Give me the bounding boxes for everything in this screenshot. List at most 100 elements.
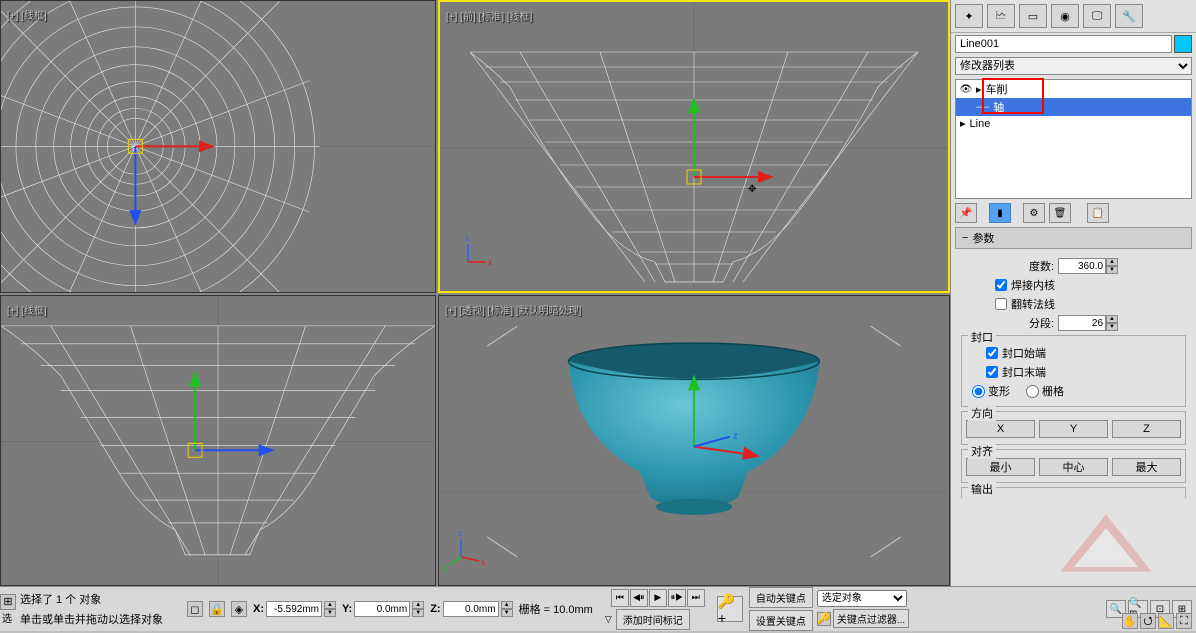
top-wireframe-icon (1, 1, 435, 293)
command-panel: ✦ 🗠 ▭ ◉ 🖵 🔧 修改器列表 👁 ▸ 车削 ┈┈轴 (950, 0, 1196, 586)
morph-radio[interactable] (972, 385, 985, 398)
key-filter-icon[interactable]: 🔑 (817, 612, 831, 626)
selection-lock-icon[interactable]: ◻ (187, 601, 203, 617)
prev-frame-icon[interactable]: ◀⏸ (630, 589, 648, 607)
display-tab-icon[interactable]: 🖵 (1083, 4, 1111, 28)
pin-stack-icon[interactable]: 📌 (955, 203, 977, 223)
timeline-config-icon[interactable]: ⊞ (0, 594, 16, 610)
svg-text:y: y (443, 564, 447, 573)
x-label: X: (253, 603, 264, 615)
viewport-left[interactable]: [+] [线框] (0, 295, 436, 586)
lock-icon[interactable]: 🔒 (209, 601, 225, 617)
x-coord-input[interactable] (266, 601, 322, 617)
motion-tab-icon[interactable]: ◉ (1051, 4, 1079, 28)
auto-key-button[interactable]: 自动关键点 (749, 587, 813, 608)
align-group-title: 对齐 (968, 443, 996, 459)
maximize-viewport-icon[interactable]: ⛶ (1176, 613, 1192, 629)
add-time-tag-button[interactable]: 添加时间标记 (616, 609, 690, 630)
direction-z-button[interactable]: Z (1112, 420, 1181, 438)
viewport-top[interactable]: [+] [线框] (0, 0, 436, 293)
svg-text:z: z (458, 529, 462, 538)
cap-end-label: 封口末端 (1002, 364, 1046, 380)
play-icon[interactable]: ▶ (649, 589, 667, 607)
align-min-button[interactable]: 最小 (966, 458, 1035, 476)
z-label: Z: (430, 603, 440, 615)
selection-status: 选择了 1 个 对象 (20, 591, 101, 607)
z-coord-input[interactable] (443, 601, 499, 617)
cap-start-checkbox[interactable] (986, 347, 998, 359)
orbit-icon[interactable]: ⭯ (1140, 613, 1156, 629)
left-prefix: 选 (0, 610, 16, 625)
viewport-left-label: [+] [线框] (7, 302, 47, 317)
viewport-front[interactable]: [+] [前] [标准] [线框] (438, 0, 950, 293)
segments-input[interactable] (1058, 315, 1106, 331)
viewport-grid: [+] [线框] (0, 0, 950, 586)
set-key-icon[interactable]: 🔑+ (717, 596, 743, 622)
segments-up-icon[interactable]: ▲ (1106, 315, 1118, 323)
next-frame-icon[interactable]: ⏸▶ (668, 589, 686, 607)
stack-item-lathe[interactable]: 👁 ▸ 车削 (956, 80, 1191, 98)
object-color-swatch[interactable] (1174, 35, 1192, 53)
set-key-button[interactable]: 设置关键点 (749, 610, 813, 631)
morph-label: 变形 (988, 383, 1010, 399)
align-max-button[interactable]: 最大 (1112, 458, 1181, 476)
pan-icon[interactable]: ✋ (1122, 613, 1138, 629)
viewport-top-label: [+] [线框] (7, 7, 47, 22)
segments-label: 分段: (1029, 315, 1054, 331)
viewport-front-label: [+] [前] [标准] [线框] (446, 8, 532, 23)
transform-type-icon[interactable]: ◈ (231, 601, 247, 617)
utilities-tab-icon[interactable]: 🔧 (1115, 4, 1143, 28)
visibility-icon[interactable]: 👁 (960, 83, 972, 95)
create-tab-icon[interactable]: ✦ (955, 4, 983, 28)
show-end-result-icon[interactable]: ▮ (989, 203, 1011, 223)
cap-start-label: 封口始端 (1002, 345, 1046, 361)
weld-core-checkbox[interactable] (995, 279, 1007, 291)
align-center-button[interactable]: 中心 (1039, 458, 1108, 476)
viewport-persp-label: [+] [透视] [标准] [默认明暗处理] (445, 302, 581, 317)
params-rollout-header[interactable]: −参数 (955, 227, 1192, 249)
object-name-input[interactable] (955, 35, 1172, 53)
direction-group-title: 方向 (968, 405, 996, 421)
modifier-stack[interactable]: 👁 ▸ 车削 ┈┈轴 ▸Line (955, 79, 1192, 199)
cap-end-checkbox[interactable] (986, 366, 998, 378)
modify-tab-icon[interactable]: 🗠 (987, 4, 1015, 28)
weld-core-label: 焊接内核 (1011, 277, 1055, 293)
output-group-title: 输出 (968, 481, 996, 497)
stack-item-line[interactable]: ▸Line (956, 116, 1191, 131)
fov-icon[interactable]: 📐 (1158, 613, 1174, 629)
front-wireframe-icon: ✥ z x (440, 2, 948, 293)
direction-x-button[interactable]: X (966, 420, 1035, 438)
watermark-icon (1046, 503, 1166, 583)
playback-controls: ⏮ ◀⏸ ▶ ⏸▶ ⏭ (611, 589, 705, 607)
degrees-down-icon[interactable]: ▼ (1106, 266, 1118, 274)
key-target-dropdown[interactable]: 选定对象 (817, 590, 907, 607)
grid-radio[interactable] (1026, 385, 1039, 398)
prompt-text: 单击或单击并拖动以选择对象 (20, 611, 163, 627)
degrees-label: 度数: (1029, 258, 1054, 274)
hierarchy-tab-icon[interactable]: ▭ (1019, 4, 1047, 28)
svg-text:x: x (488, 258, 492, 267)
viewport-perspective[interactable]: [+] [透视] [标准] [默认明暗处理] (438, 295, 950, 586)
degrees-input[interactable] (1058, 258, 1106, 274)
goto-start-icon[interactable]: ⏮ (611, 589, 629, 607)
svg-text:✥: ✥ (748, 184, 756, 195)
direction-y-button[interactable]: Y (1039, 420, 1108, 438)
params-rollout-body: 度数: ▲▼ 焊接内核 翻转法线 分段: ▲▼ 封口 封口始端 封口末端 变形 … (951, 251, 1196, 506)
y-coord-input[interactable] (354, 601, 410, 617)
grid-spacing: 栅格 = 10.0mm (519, 601, 593, 617)
degrees-up-icon[interactable]: ▲ (1106, 258, 1118, 266)
flip-normals-checkbox[interactable] (995, 298, 1007, 310)
cap-group-title: 封口 (968, 329, 996, 345)
segments-down-icon[interactable]: ▼ (1106, 323, 1118, 331)
svg-text:z: z (733, 431, 738, 441)
flip-normals-label: 翻转法线 (1011, 296, 1055, 312)
configure-sets-icon[interactable]: 📋 (1087, 203, 1109, 223)
svg-text:z: z (465, 234, 469, 243)
make-unique-icon[interactable]: ⚙ (1023, 203, 1045, 223)
y-label: Y: (342, 603, 352, 615)
key-filter-button[interactable]: 关键点过滤器... (833, 609, 909, 628)
grid-label: 栅格 (1042, 383, 1064, 399)
remove-modifier-icon[interactable]: 🗑 (1049, 203, 1071, 223)
modifier-list-dropdown[interactable]: 修改器列表 (955, 57, 1192, 75)
goto-end-icon[interactable]: ⏭ (687, 589, 705, 607)
